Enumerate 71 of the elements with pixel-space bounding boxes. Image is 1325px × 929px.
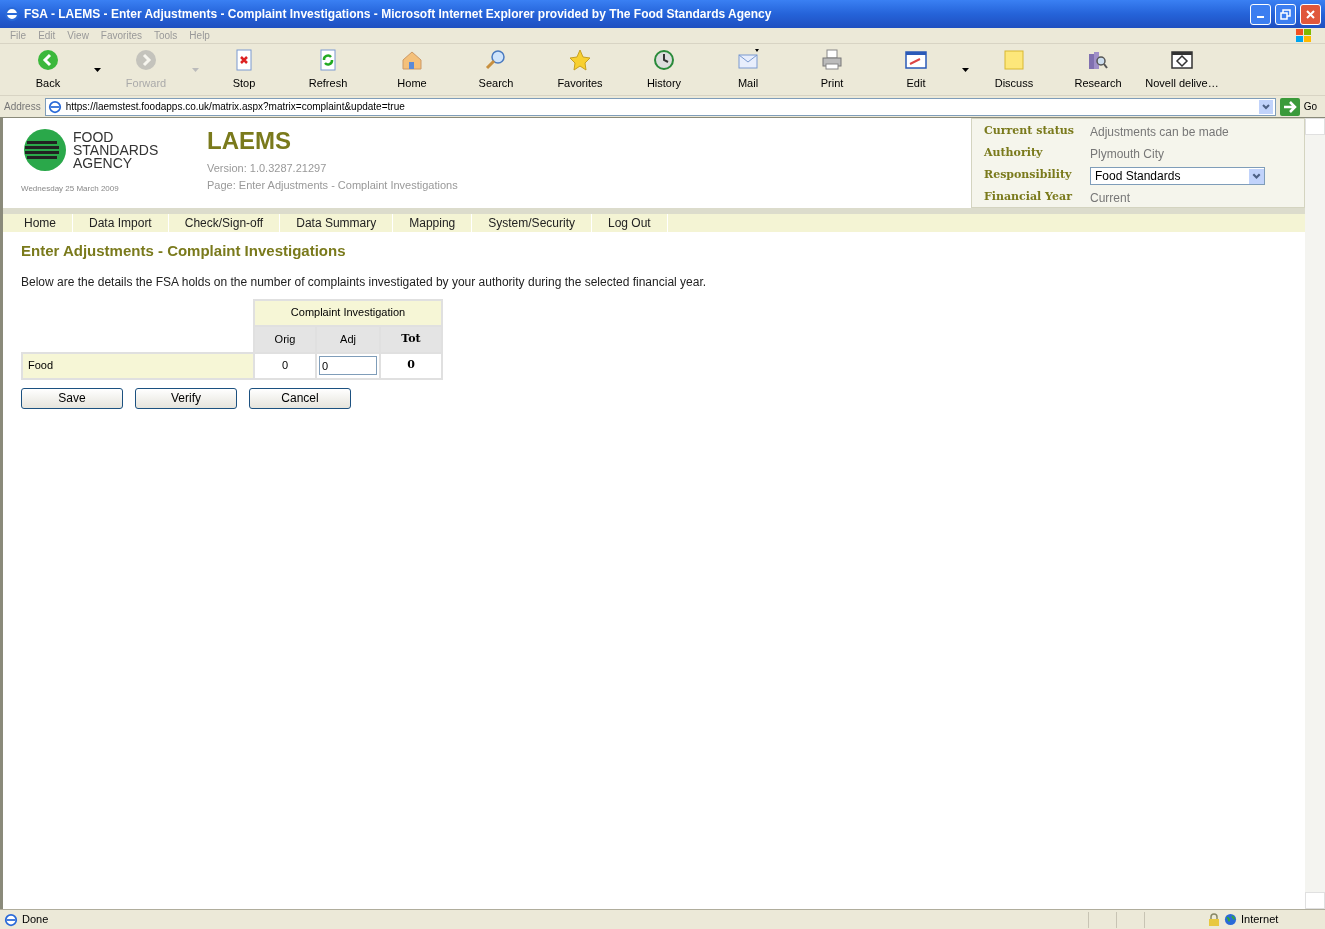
toolbar-button[interactable]: History — [622, 45, 706, 94]
zone-text: Internet — [1241, 912, 1280, 928]
lock-icon — [1208, 912, 1220, 927]
toolbar-button[interactable]: Edit — [874, 45, 958, 94]
restore-button[interactable] — [1275, 3, 1296, 25]
column-group-header: Complaint Investigation — [254, 299, 442, 326]
note-icon — [1002, 47, 1026, 72]
envelope-icon — [736, 47, 760, 72]
responsibility-select[interactable]: Food Standards — [1090, 167, 1265, 185]
page-icon — [47, 99, 62, 114]
form-button[interactable]: Verify — [135, 387, 237, 409]
nav-link[interactable]: System/Security — [472, 214, 592, 232]
status-text: Done — [22, 912, 50, 928]
info-value: Current — [1090, 190, 1131, 207]
intro-text: Below are the details the FSA holds on the number of complaints investigated by your authority during the selected financial year. — [21, 273, 707, 291]
info-value: Adjustments can be made — [1090, 124, 1230, 141]
app-title: LAEMS — [207, 126, 292, 156]
toolbar-button[interactable]: Research — [1056, 45, 1140, 94]
minimize-button[interactable] — [1250, 3, 1271, 25]
go-button[interactable]: Go — [1279, 97, 1321, 116]
close-button[interactable] — [1300, 3, 1321, 25]
windows-logo-icon — [1295, 27, 1313, 44]
date-text: Wednesday 25 March 2009 — [21, 183, 120, 195]
printer-icon — [820, 47, 844, 72]
info-label: Financial Year — [984, 189, 1074, 205]
toolbar-button[interactable]: Print — [790, 45, 874, 94]
nav-link[interactable]: Check/Sign-off — [168, 214, 281, 232]
toolbar-button[interactable]: Search — [454, 45, 538, 94]
table-cell: 0 — [380, 352, 442, 379]
nav-link[interactable]: Data Import — [73, 214, 169, 232]
logo-text: FOOD STANDARDS AGENCY — [73, 130, 159, 170]
row-label: Food — [22, 352, 254, 379]
adjustment-input[interactable]: 0 — [319, 356, 377, 375]
info-value: Plymouth City — [1090, 146, 1166, 163]
form-button[interactable]: Save — [21, 387, 123, 409]
search-icon — [484, 47, 508, 72]
column-header: Adj — [316, 325, 380, 353]
toolbar-button[interactable]: Novell delive… — [1140, 45, 1224, 94]
form-button[interactable]: Cancel — [249, 387, 351, 409]
info-label: Responsibility — [984, 167, 1073, 183]
nav-link[interactable]: Data Summary — [280, 214, 394, 232]
close-icon — [1305, 8, 1316, 20]
minimize-icon — [1257, 16, 1264, 18]
toolbar-button[interactable]: Refresh — [286, 45, 370, 94]
toolbar-button[interactable]: Discuss — [972, 45, 1056, 94]
info-label: Current status — [984, 123, 1075, 139]
info-label: Authority — [984, 145, 1044, 161]
column-header: Orig — [254, 325, 316, 353]
toolbar-button[interactable]: Back — [6, 45, 90, 94]
browser-icon — [4, 6, 20, 22]
restore-icon — [1280, 8, 1291, 20]
address-field[interactable]: https://laemstest.foodapps.co.uk/matrix.aspx?matrix=complaint&update=true — [44, 97, 1276, 116]
toolbar-button[interactable]: Home — [370, 45, 454, 94]
page-icon — [4, 912, 18, 927]
version-text: Version: 1.0.3287.21297 — [207, 161, 328, 176]
window-title: FSA - LAEMS - Enter Adjustments - Complaint Investigations - Microsoft Internet Explorer provided by The Food Standards Agency — [24, 6, 773, 23]
scrollbar[interactable] — [1305, 118, 1325, 909]
star-icon — [568, 47, 592, 72]
page-heading: Enter Adjustments - Complaint Investigations — [21, 241, 346, 261]
address-label: Address — [4, 100, 41, 114]
globe-icon — [1224, 913, 1237, 926]
nav-link[interactable]: Mapping — [393, 214, 473, 232]
history-icon — [652, 47, 676, 72]
logo-icon — [21, 128, 69, 172]
toolbar-button[interactable]: Mail — [706, 45, 790, 94]
nav-link[interactable]: Log Out — [592, 214, 668, 232]
toolbar-button[interactable]: Favorites — [538, 45, 622, 94]
table-cell: 0 — [254, 352, 316, 379]
nav-link[interactable]: Home — [3, 214, 73, 232]
page-text: Page: Enter Adjustments - Complaint Investigations — [207, 177, 459, 193]
toolbar-button[interactable]: Stop — [202, 45, 286, 94]
